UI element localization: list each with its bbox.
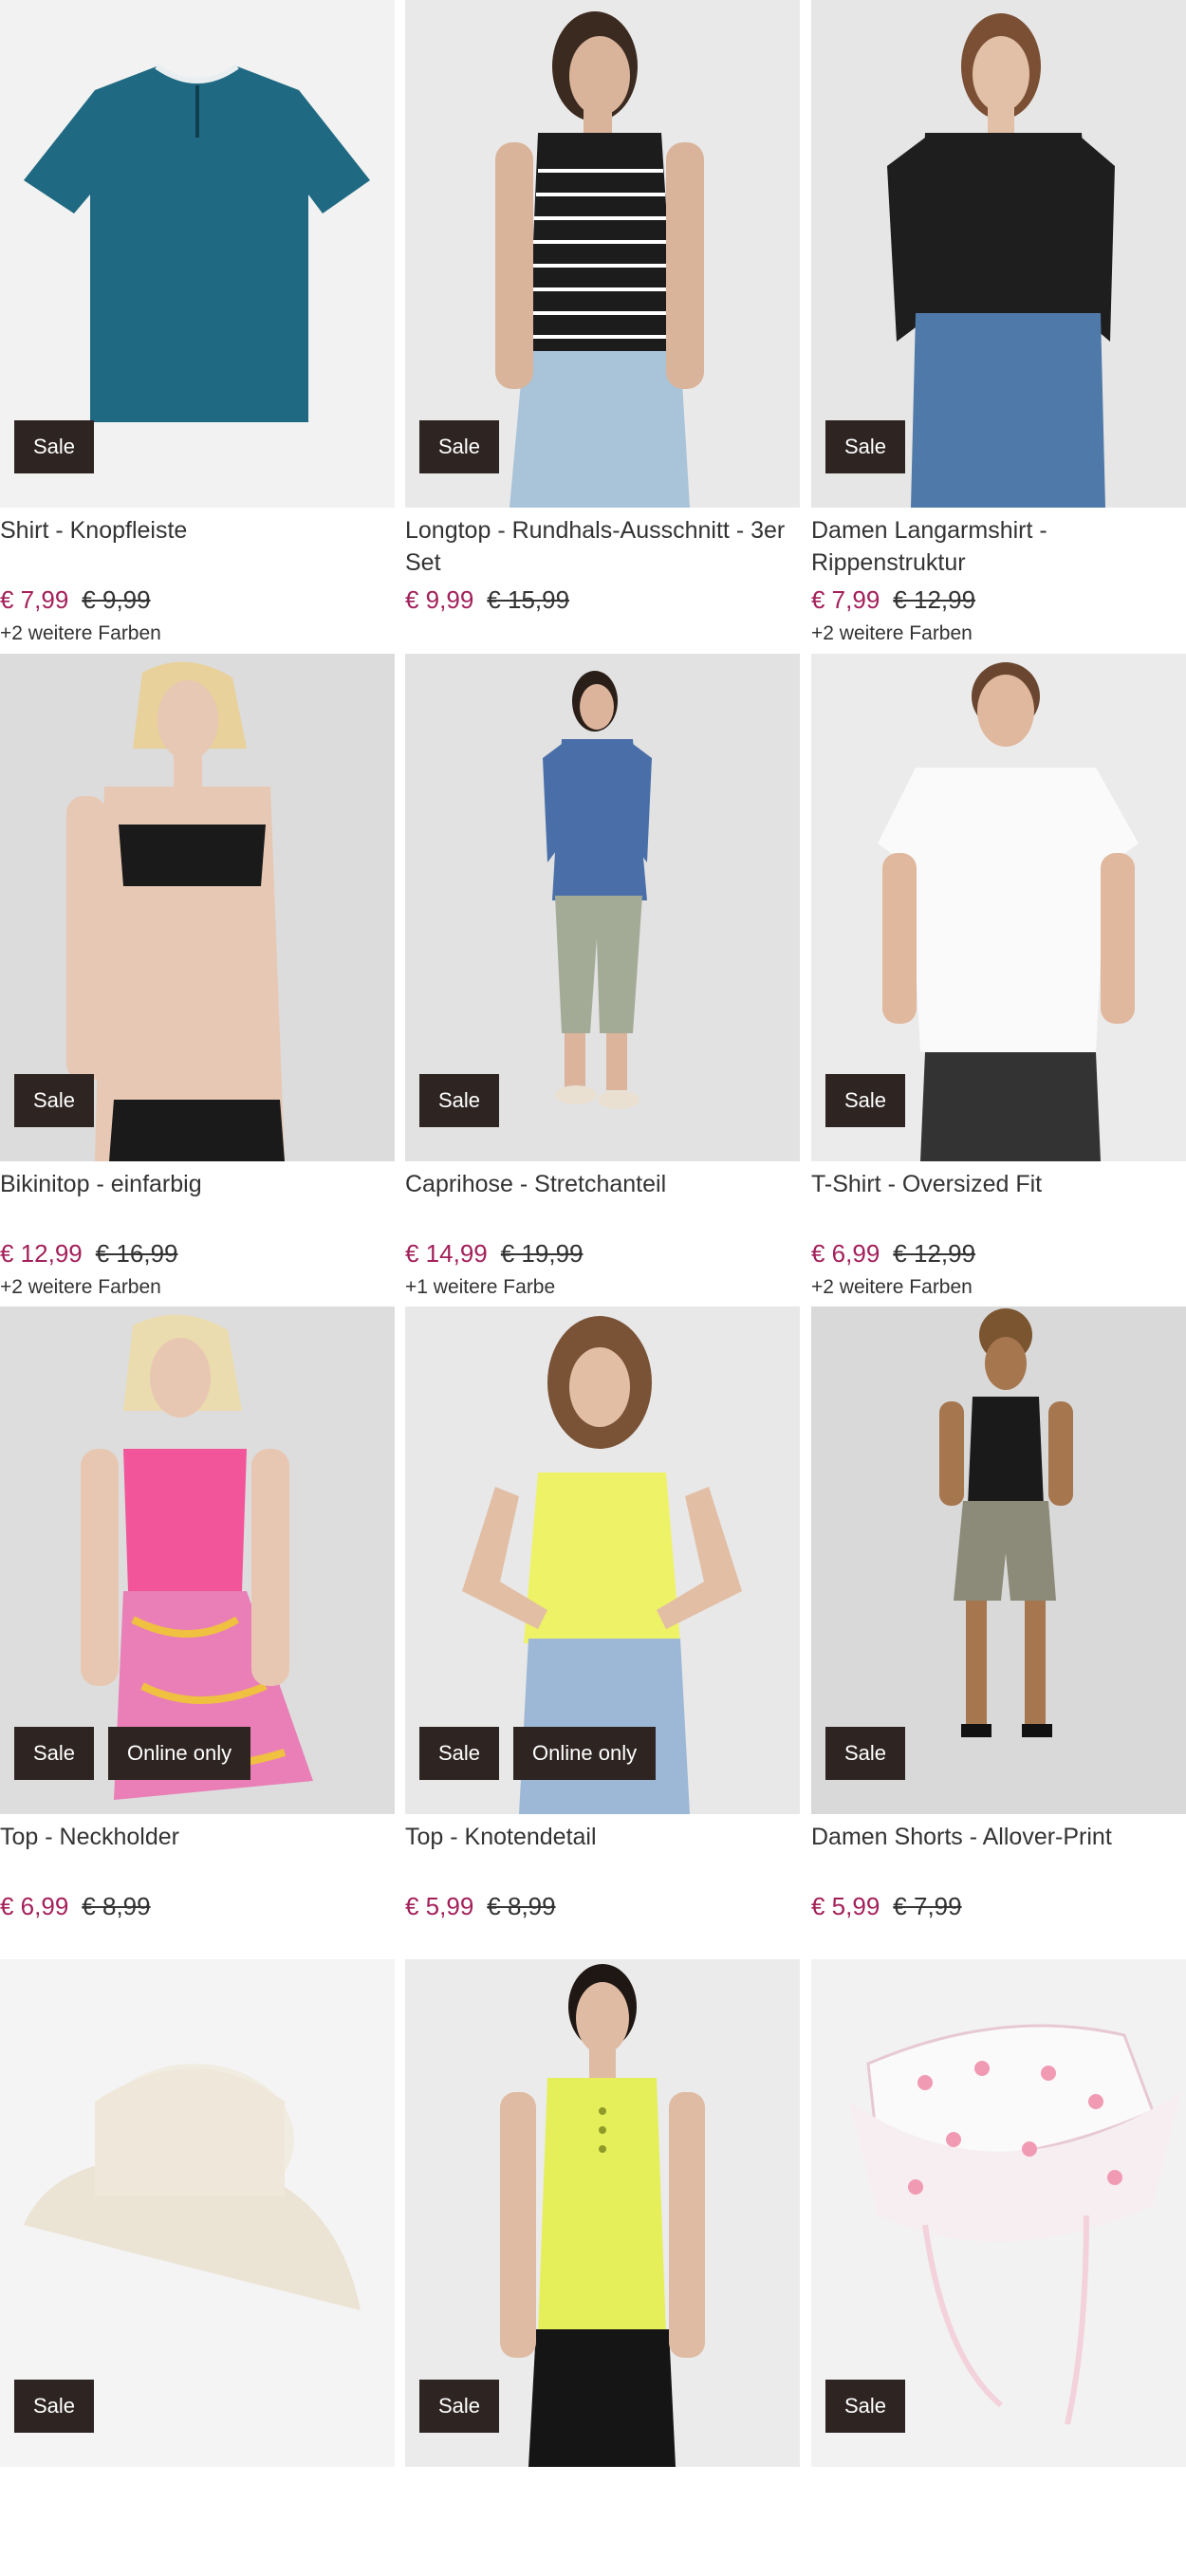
product-title[interactable]: Bikinitop - einfarbig <box>0 1168 389 1200</box>
product-image[interactable]: Sale <box>0 1959 395 2467</box>
badge-group: Sale <box>825 420 906 473</box>
price-row: € 6,99 € 12,99 <box>811 1236 975 1270</box>
online-only-badge: Online only <box>108 1727 251 1780</box>
sale-price: € 12,99 <box>0 1239 83 1268</box>
product-title[interactable]: Damen Shorts - Allover-Print <box>811 1821 1186 1853</box>
sale-price: € 7,99 <box>811 585 880 614</box>
product-title[interactable]: T-Shirt - Oversized Fit <box>811 1168 1186 1200</box>
sale-price: € 6,99 <box>811 1239 880 1268</box>
price-row: € 5,99 € 8,99 <box>405 1889 556 1923</box>
price-row <box>405 2542 418 2576</box>
original-price: € 8,99 <box>487 1892 556 1920</box>
sale-badge: Sale <box>14 2380 95 2433</box>
sale-badge: Sale <box>825 420 906 473</box>
sale-price: € 7,99 <box>0 585 69 614</box>
online-only-badge: Online only <box>513 1727 657 1780</box>
sale-badge: Sale <box>419 420 500 473</box>
badge-group: Sale <box>825 1727 906 1780</box>
original-price: € 12,99 <box>893 585 976 614</box>
price-row: € 12,99 € 16,99 <box>0 1236 178 1270</box>
product-image[interactable]: Sale <box>811 1307 1186 1814</box>
product-image[interactable]: Sale <box>405 0 800 508</box>
badge-group: Sale Online only <box>14 1727 251 1780</box>
original-price: € 8,99 <box>82 1892 151 1920</box>
sale-price: € 5,99 <box>811 1892 880 1920</box>
original-price: € 9,99 <box>82 585 151 614</box>
badge-group: Sale <box>419 420 500 473</box>
price-row: € 7,99 € 9,99 <box>0 583 151 617</box>
original-price: € 12,99 <box>893 1239 976 1268</box>
product-image[interactable]: Sale <box>811 654 1186 1161</box>
product-title[interactable]: Top - Neckholder <box>0 1821 389 1853</box>
original-price: € 16,99 <box>95 1239 178 1268</box>
more-colors-note[interactable]: +2 weitere Farben <box>811 621 973 647</box>
more-colors-note[interactable]: +2 weitere Farben <box>0 1274 161 1301</box>
product-title[interactable]: Longtop - Rundhals-Ausschnitt - 3er Set <box>405 514 794 579</box>
product-title[interactable]: Damen Langarmshirt - Rippenstruktur <box>811 514 1186 579</box>
original-price: € 7,99 <box>893 1892 962 1920</box>
sale-price: € 6,99 <box>0 1892 69 1920</box>
price-row: € 9,99 € 15,99 <box>405 583 569 617</box>
sale-badge: Sale <box>14 1727 95 1780</box>
product-image[interactable]: Sale <box>0 0 395 508</box>
price-row <box>811 2542 825 2576</box>
product-image[interactable]: Sale <box>811 0 1186 508</box>
badge-group: Sale <box>14 1074 95 1127</box>
product-image[interactable]: Sale <box>405 1959 800 2467</box>
badge-group: Sale Online only <box>419 1727 657 1780</box>
badge-group: Sale <box>419 2380 500 2433</box>
price-row <box>0 2542 13 2576</box>
sale-badge: Sale <box>419 1074 500 1127</box>
badge-group: Sale <box>825 1074 906 1127</box>
badge-group: Sale <box>419 1074 500 1127</box>
product-title[interactable]: Caprihose - Stretchanteil <box>405 1168 794 1200</box>
original-price: € 19,99 <box>500 1239 584 1268</box>
sale-badge: Sale <box>825 1727 906 1780</box>
price-row: € 14,99 € 19,99 <box>405 1236 584 1270</box>
product-image[interactable]: Sale <box>405 654 800 1161</box>
sale-price: € 9,99 <box>405 585 474 614</box>
badge-group: Sale <box>14 420 95 473</box>
product-title[interactable]: Shirt - Knopfleiste <box>0 514 389 547</box>
sale-price: € 14,99 <box>405 1239 488 1268</box>
sale-badge: Sale <box>14 1074 95 1127</box>
product-grid: Sale Shirt - Knopfleiste € 7,99 € 9,99 +2… <box>0 0 1186 2467</box>
price-row: € 7,99 € 12,99 <box>811 583 975 617</box>
price-row: € 6,99 € 8,99 <box>0 1889 151 1923</box>
sale-price: € 5,99 <box>405 1892 474 1920</box>
more-colors-note[interactable]: +1 weitere Farbe <box>405 1274 555 1301</box>
sale-badge: Sale <box>419 2380 500 2433</box>
product-image[interactable]: Sale <box>811 1959 1186 2467</box>
badge-group: Sale <box>14 2380 95 2433</box>
sale-badge: Sale <box>825 2380 906 2433</box>
sale-badge: Sale <box>825 1074 906 1127</box>
badge-group: Sale <box>825 2380 906 2433</box>
product-title[interactable]: Top - Knotendetail <box>405 1821 794 1853</box>
product-image[interactable]: Sale Online only <box>405 1307 800 1814</box>
sale-badge: Sale <box>14 420 95 473</box>
product-image[interactable]: Sale Online only <box>0 1307 395 1814</box>
more-colors-note[interactable]: +2 weitere Farben <box>0 621 161 647</box>
more-colors-note[interactable]: +2 weitere Farben <box>811 1274 973 1301</box>
original-price: € 15,99 <box>487 585 570 614</box>
sale-badge: Sale <box>419 1727 500 1780</box>
price-row: € 5,99 € 7,99 <box>811 1889 962 1923</box>
product-image[interactable]: Sale <box>0 654 395 1161</box>
